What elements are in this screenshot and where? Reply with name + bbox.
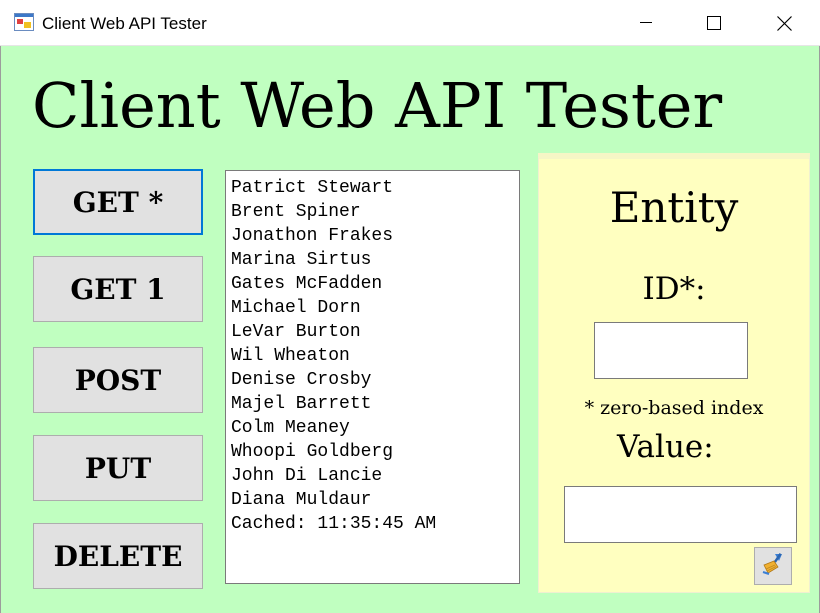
id-label: ID*: xyxy=(642,271,706,307)
put-button[interactable]: PUT xyxy=(33,435,203,501)
broom-icon xyxy=(760,551,786,582)
list-item[interactable]: Brent Spiner xyxy=(231,200,519,224)
list-item[interactable]: Wil Wheaton xyxy=(231,344,519,368)
get-one-button[interactable]: GET 1 xyxy=(33,256,203,322)
list-item[interactable]: Gates McFadden xyxy=(231,272,519,296)
minimize-button[interactable] xyxy=(614,0,678,46)
id-input[interactable] xyxy=(594,322,748,379)
id-hint: * zero-based index xyxy=(584,397,764,419)
value-label: Value: xyxy=(617,429,714,465)
app-window-icon xyxy=(14,13,34,31)
title-bar: Client Web API Tester xyxy=(0,0,820,46)
list-item[interactable]: Jonathon Frakes xyxy=(231,224,519,248)
list-item[interactable]: Majel Barrett xyxy=(231,392,519,416)
clear-button[interactable] xyxy=(754,547,792,585)
entity-panel: Entity ID*: * zero-based index Value: xyxy=(538,153,810,593)
list-item[interactable]: Patrict Stewart xyxy=(231,176,519,200)
list-item[interactable]: LeVar Burton xyxy=(231,320,519,344)
results-listbox[interactable]: Patrict Stewart Brent Spiner Jonathon Fr… xyxy=(225,170,520,584)
list-item[interactable]: Marina Sirtus xyxy=(231,248,519,272)
list-item[interactable]: Colm Meaney xyxy=(231,416,519,440)
close-button[interactable] xyxy=(752,0,816,46)
entity-title: Entity xyxy=(609,183,739,232)
close-icon xyxy=(776,15,792,31)
value-input[interactable] xyxy=(564,486,797,543)
minimize-icon xyxy=(640,22,652,24)
list-item[interactable]: Michael Dorn xyxy=(231,296,519,320)
list-item[interactable]: Whoopi Goldberg xyxy=(231,440,519,464)
cache-timestamp[interactable]: Cached: 11:35:45 AM xyxy=(231,512,519,536)
window-title: Client Web API Tester xyxy=(42,14,207,33)
maximize-icon xyxy=(707,16,721,30)
post-button[interactable]: POST xyxy=(33,347,203,413)
list-item[interactable]: John Di Lancie xyxy=(231,464,519,488)
get-all-button[interactable]: GET * xyxy=(33,169,203,235)
page-title: Client Web API Tester xyxy=(32,69,723,142)
maximize-button[interactable] xyxy=(682,0,746,46)
list-item[interactable]: Diana Muldaur xyxy=(231,488,519,512)
delete-button[interactable]: DELETE xyxy=(33,523,203,589)
list-item[interactable]: Denise Crosby xyxy=(231,368,519,392)
